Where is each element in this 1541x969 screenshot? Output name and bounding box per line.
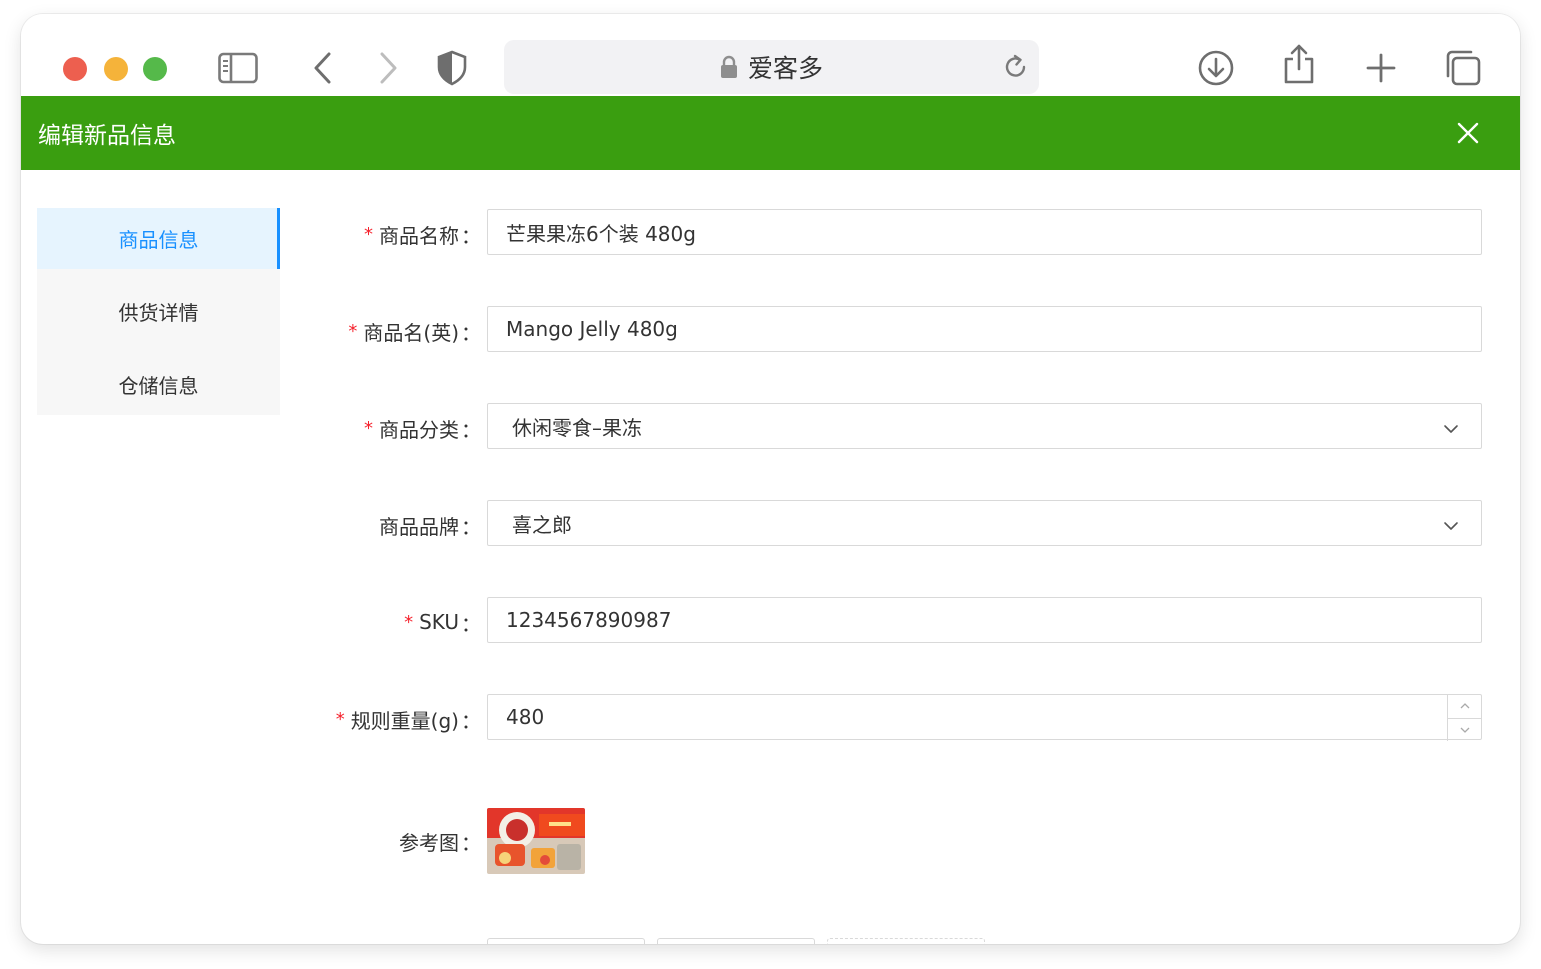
reload-icon[interactable] [1003, 53, 1029, 86]
field-label: * 商品名称： [321, 209, 481, 259]
required-mark: * [335, 708, 345, 730]
nav-item-storage-info[interactable]: 仓储信息 [37, 354, 280, 415]
nav-item-label: 商品信息 [118, 228, 199, 252]
label-text: 商品品牌 [379, 514, 459, 539]
select-value: 休闲零食–果冻 [512, 415, 642, 440]
label-colon: ： [461, 514, 481, 539]
input-value: 1234567890987 [506, 608, 672, 632]
category-select[interactable]: 休闲零食–果冻 [487, 403, 1482, 449]
number-stepper [1447, 695, 1481, 741]
form-row-name: * 商品名称： 芒果果冻6个装 480g [321, 209, 1484, 259]
product-name-input[interactable]: 芒果果冻6个装 480g [487, 209, 1482, 255]
upload-add-slot[interactable] [827, 938, 985, 944]
label-colon: ： [461, 417, 481, 442]
label-text: 参考图 [399, 830, 459, 855]
close-window-button[interactable] [63, 57, 87, 81]
chevron-up-icon [1460, 703, 1469, 709]
label-text: 商品名称 [379, 223, 459, 248]
back-icon[interactable] [303, 48, 343, 88]
decrement-button[interactable] [1448, 719, 1481, 742]
label-colon: ： [461, 320, 481, 345]
form-row-category: * 商品分类： 休闲零食–果冻 [321, 403, 1484, 453]
lock-icon [720, 55, 738, 79]
input-value: 480 [506, 705, 545, 729]
label-text: 商品名(英) [363, 320, 459, 345]
sidebar-icon[interactable] [218, 48, 258, 88]
shield-icon[interactable] [432, 48, 472, 88]
select-value: 喜之郎 [512, 512, 572, 537]
plus-icon[interactable] [1361, 48, 1401, 88]
input-value: Mango Jelly 480g [506, 317, 678, 341]
form-row-weight: * 规则重量(g)： 480 [321, 694, 1484, 744]
chevron-down-icon [1443, 515, 1459, 539]
increment-button[interactable] [1448, 695, 1481, 719]
browser-toolbar: 爱客多 [21, 14, 1520, 96]
share-icon[interactable] [1279, 44, 1319, 84]
browser-window: 爱客多 编辑新品信息 商品信息 供货详情 仓储信息 * 商品名称 ： 芒果果冻6… [21, 14, 1520, 944]
label-text: SKU [419, 610, 459, 634]
nav-item-supply-details[interactable]: 供货详情 [37, 281, 280, 342]
download-icon[interactable] [1196, 48, 1236, 88]
field-label: 商品品牌： [321, 500, 481, 550]
required-mark: * [364, 417, 373, 439]
weight-number-input[interactable]: 480 [487, 694, 1482, 741]
required-mark: * [364, 223, 373, 245]
field-label: * 商品分类： [321, 403, 481, 453]
upload-slot[interactable] [487, 938, 645, 944]
brand-select[interactable]: 喜之郎 [487, 500, 1482, 546]
label-colon: ： [461, 830, 481, 855]
chevron-down-icon [1443, 418, 1459, 442]
field-label: * 规则重量(g)： [321, 694, 481, 744]
product-name-en-input[interactable]: Mango Jelly 480g [487, 306, 1482, 352]
form-row-name-en: * 商品名(英)： Mango Jelly 480g [321, 306, 1484, 356]
required-mark: * [348, 320, 358, 342]
page-title: 爱客多 [747, 54, 823, 83]
minimize-window-button[interactable] [104, 57, 128, 81]
nav-item-label: 供货详情 [118, 301, 199, 325]
sku-input[interactable]: 1234567890987 [487, 597, 1482, 643]
nav-item-product-info[interactable]: 商品信息 [37, 208, 280, 269]
nav-item-label: 仓储信息 [118, 374, 199, 398]
form-row-brand: 商品品牌： 喜之郎 [321, 500, 1484, 550]
required-mark: * [404, 611, 414, 633]
label-text: 商品分类 [379, 417, 459, 442]
field-label: * 商品名(英)： [321, 306, 481, 356]
zoom-window-button[interactable] [143, 57, 167, 81]
dialog-header: 编辑新品信息 [21, 96, 1520, 170]
form-row-reference-image: 参考图： [321, 808, 1484, 874]
upload-slot[interactable] [657, 938, 815, 944]
label-colon: ： [461, 223, 481, 248]
field-label: * SKU： [321, 597, 481, 647]
label-colon: ： [461, 611, 481, 636]
input-value: 芒果果冻6个装 480g [506, 221, 696, 246]
address-bar[interactable]: 爱客多 [504, 40, 1039, 94]
dialog-title: 编辑新品信息 [38, 123, 176, 149]
label-text: 规则重量(g) [350, 708, 459, 733]
chevron-down-icon [1460, 727, 1469, 733]
form-row-sku: * SKU： 1234567890987 [321, 597, 1484, 647]
field-label: 参考图： [321, 808, 481, 874]
label-colon: ： [461, 708, 481, 733]
section-nav: 商品信息 供货详情 仓储信息 [37, 208, 280, 415]
forward-icon[interactable] [368, 48, 408, 88]
tabs-icon[interactable] [1443, 48, 1483, 88]
close-icon[interactable] [1454, 119, 1482, 147]
reference-image-thumbnail[interactable] [487, 808, 585, 874]
